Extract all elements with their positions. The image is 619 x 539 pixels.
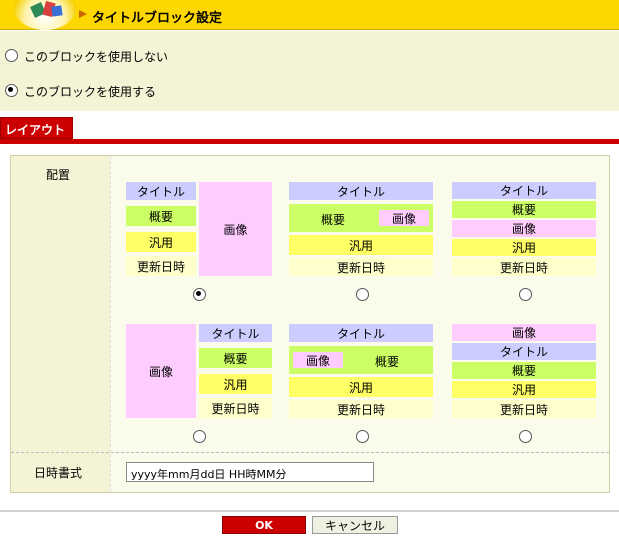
layout-option-5[interactable]: タイトル 画像 概要 汎用 更新日時	[289, 324, 433, 418]
layout-radio-6[interactable]	[519, 430, 532, 443]
block-general: 汎用	[452, 239, 596, 256]
block-title: タイトル	[452, 343, 596, 360]
placement-label: 配置	[46, 168, 71, 182]
date-format-input[interactable]: yyyy年mm月dd日 HH時MM分	[126, 462, 374, 482]
block-image: 画像	[293, 352, 343, 368]
block-summary-area: 画像 概要	[289, 346, 433, 374]
block-datetime: 更新日時	[199, 398, 272, 418]
block-general: 汎用	[126, 232, 196, 252]
tab-layout[interactable]: レイアウト	[0, 117, 73, 139]
block-datetime: 更新日時	[452, 400, 596, 418]
block-title: タイトル	[289, 324, 433, 342]
block-image: 画像	[452, 220, 596, 237]
layout-option-1[interactable]: タイトル 概要 汎用 更新日時 画像	[126, 182, 272, 276]
layout-radio-4[interactable]	[193, 430, 206, 443]
bullet-icon	[79, 10, 87, 18]
block-summary: 概要	[199, 348, 272, 368]
layout-option-4[interactable]: 画像 タイトル 概要 汎用 更新日時	[126, 324, 272, 418]
block-summary: 概要	[126, 206, 196, 226]
block-image: 画像	[379, 210, 429, 226]
label-column	[11, 156, 110, 492]
ok-button[interactable]: OK	[222, 516, 306, 534]
block-title: タイトル	[452, 182, 596, 199]
block-general: 汎用	[199, 374, 272, 394]
cancel-button[interactable]: キャンセル	[312, 516, 398, 534]
block-datetime: 更新日時	[452, 258, 596, 276]
block-image: 画像	[199, 182, 272, 276]
layout-option-3[interactable]: タイトル 概要 画像 汎用 更新日時	[452, 182, 596, 276]
layout-radio-1[interactable]	[193, 288, 206, 301]
block-summary: 概要	[375, 355, 400, 369]
block-image: 画像	[126, 324, 196, 418]
layout-radio-5[interactable]	[356, 430, 369, 443]
block-title: タイトル	[126, 182, 196, 200]
book-icon	[51, 5, 63, 17]
block-title: タイトル	[199, 324, 272, 342]
radio-dont-use-label[interactable]: このブロックを使用しない	[24, 48, 168, 65]
layout-option-6[interactable]: 画像 タイトル 概要 汎用 更新日時	[452, 324, 596, 418]
layout-option-2[interactable]: タイトル 概要 画像 汎用 更新日時	[289, 182, 433, 276]
page-title: タイトルブロック設定	[92, 11, 223, 26]
layout-radio-3[interactable]	[519, 288, 532, 301]
block-general: 汎用	[289, 377, 433, 397]
block-general: 汎用	[289, 235, 433, 255]
block-image: 画像	[452, 324, 596, 341]
layout-radio-2[interactable]	[356, 288, 369, 301]
block-summary-area: 概要 画像	[289, 204, 433, 232]
block-datetime: 更新日時	[289, 258, 433, 276]
date-format-label: 日時書式	[34, 466, 83, 480]
row-divider	[11, 452, 609, 453]
block-summary: 概要	[452, 362, 596, 379]
block-summary: 概要	[321, 213, 346, 227]
block-datetime: 更新日時	[126, 256, 196, 276]
tab-underline	[0, 139, 619, 144]
block-summary: 概要	[452, 201, 596, 218]
block-general: 汎用	[452, 381, 596, 398]
block-title: タイトル	[289, 182, 433, 200]
block-datetime: 更新日時	[289, 400, 433, 418]
radio-use-label[interactable]: このブロックを使用する	[24, 83, 156, 100]
column-divider	[110, 156, 111, 492]
radio-use[interactable]	[5, 84, 18, 97]
radio-dont-use[interactable]	[5, 49, 18, 62]
footer-divider	[0, 510, 619, 512]
